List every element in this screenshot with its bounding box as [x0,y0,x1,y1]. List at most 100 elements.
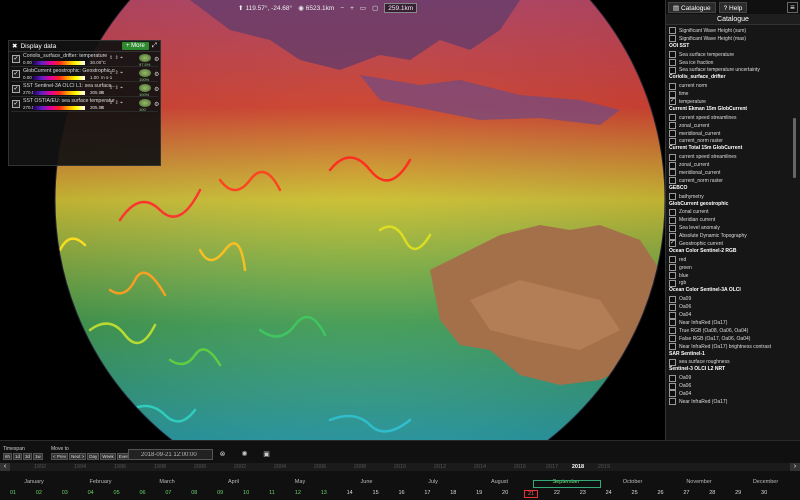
catalogue-checkbox[interactable] [669,327,676,335]
day-label[interactable]: 06 [139,490,145,496]
tab-catalogue[interactable]: ▤ Catalogue [668,1,716,13]
layer-row[interactable]: ✓ Coriolis_surface_drifter: temperature 0.… [11,53,159,67]
gear-icon[interactable]: ⚙ [154,71,159,78]
month-label[interactable]: June [361,479,373,485]
catalogue-item[interactable]: blue [666,272,794,280]
catalogue-checkbox[interactable] [669,208,676,216]
layer-controls[interactable]: ⇕ ⇕ ⌖ [109,55,123,61]
day-label[interactable]: 23 [580,490,586,496]
catalogue-item[interactable]: time [666,90,794,98]
year-strip[interactable]: ‹ 1992 1994 1996 1998 2000 2002 2004 2006 2008 20… [0,463,800,471]
layer-controls[interactable]: ⇕ ⇕ ⌖ [109,85,123,91]
catalogue-checkbox[interactable] [669,335,676,343]
catalogue-checkbox[interactable] [669,35,676,43]
day-label[interactable]: 21 [523,490,539,498]
catalogue-item[interactable]: meridional_current [666,169,794,177]
day-label[interactable]: 16 [398,490,404,496]
layer-checkbox[interactable]: ✓ [12,100,20,108]
clock-icon[interactable]: ⊗ [218,450,227,459]
catalogue-item[interactable]: zonal_current [666,122,794,130]
catalogue-item[interactable]: red [666,256,794,264]
month-label[interactable]: April [228,479,239,485]
catalogue-checkbox[interactable] [669,311,676,319]
catalogue-item[interactable]: Sea surface temperature uncertainty [666,66,794,74]
layer-controls[interactable]: ⇕ ⇕ ⌖ [109,100,123,106]
day-label[interactable]: 27 [683,490,689,496]
catalogue-checkbox[interactable] [669,59,676,66]
month-label[interactable]: October [623,479,643,485]
month-label[interactable]: March [159,479,174,485]
more-button[interactable]: + More [121,42,149,50]
sun-icon[interactable]: ✺ [240,450,249,459]
gear-icon[interactable]: ⚙ [154,56,159,63]
day-label[interactable]: 30 [761,490,767,496]
year-label[interactable]: 1994 [74,464,86,470]
year-label[interactable]: 1998 [154,464,166,470]
gear-icon[interactable]: ⚙ [154,101,159,108]
next-year-icon[interactable]: › [790,463,800,471]
year-label[interactable]: 2000 [194,464,206,470]
catalogue-checkbox[interactable] [669,374,676,382]
catalogue-item[interactable]: Oa04 [666,311,794,319]
year-label[interactable]: 2010 [394,464,406,470]
catalogue-item[interactable]: Oa06 [666,382,794,390]
day-label[interactable]: 22 [554,490,560,496]
catalogue-item[interactable]: current speed streamlines [666,114,794,122]
datetime-field[interactable] [128,449,213,460]
catalogue-item[interactable]: current_norm raster [666,177,794,185]
day-label[interactable]: 07 [165,490,171,496]
catalogue-checkbox[interactable] [669,272,676,280]
catalogue-item[interactable]: True RGB (Oa08, Oa06, Oa04) [666,327,794,335]
catalogue-item[interactable]: Near InfraRed (Oa17) [666,398,794,406]
month-label[interactable]: November [686,479,711,485]
catalogue-checkbox[interactable] [669,66,676,74]
year-label[interactable]: 2012 [434,464,446,470]
catalogue-checkbox[interactable] [669,224,676,232]
catalogue-item[interactable]: current norm [666,82,794,90]
day-label[interactable]: 26 [657,490,663,496]
catalogue-checkbox[interactable] [669,122,676,130]
moveto-button[interactable]: Next > [69,453,87,460]
timespan-button[interactable]: 3d [23,453,33,460]
year-label[interactable]: 2006 [314,464,326,470]
catalogue-checkbox[interactable]: ✓ [669,240,676,248]
catalogue-item[interactable]: ✓ Geostrophic current [666,240,794,248]
day-label[interactable]: 11 [269,490,275,496]
catalogue-checkbox[interactable] [669,177,676,185]
catalogue-item[interactable]: Sea ice fraction [666,59,794,67]
catalogue-checkbox[interactable] [669,169,676,177]
month-label[interactable]: January [24,479,44,485]
day-label[interactable]: 01 [10,490,16,496]
catalogue-checkbox[interactable] [669,279,676,287]
timespan-button[interactable]: 1w [33,453,43,460]
month-label[interactable]: December [753,479,778,485]
year-label[interactable]: 2004 [274,464,286,470]
catalogue-item[interactable]: sea surface roughness [666,358,794,366]
catalogue-checkbox[interactable] [669,51,676,59]
catalogue-item[interactable]: Zonal current [666,208,794,216]
catalogue-checkbox[interactable] [669,216,676,224]
moveto-button[interactable]: < Prev [51,453,69,460]
catalogue-checkbox[interactable] [669,382,676,390]
day-label[interactable]: 10 [243,490,249,496]
month-label[interactable]: August [491,479,508,485]
catalogue-checkbox[interactable] [669,90,676,98]
catalogue-item[interactable]: Oa06 [666,303,794,311]
day-label[interactable]: 28 [709,490,715,496]
layer-row[interactable]: ✓ SST Sentinel-3A OLCI L1: sea surface...… [11,83,159,97]
catalogue-checkbox[interactable] [669,398,676,406]
year-label[interactable]: 2016 [514,464,526,470]
catalogue-item[interactable]: ✓ temperature [666,98,794,106]
layer-controls[interactable]: ⇕ ⇕ ⌖ [109,70,123,76]
day-label[interactable]: 12 [295,490,301,496]
catalogue-scrollbar[interactable] [793,118,796,178]
catalogue-checkbox[interactable] [669,390,676,398]
catalogue-checkbox[interactable] [669,137,676,145]
catalogue-item[interactable]: Significant Wave Height (max) [666,35,794,43]
day-label[interactable]: 09 [217,490,223,496]
layer-row[interactable]: ✓ SST OSTIA/EU: sea surface temperature 27… [11,98,159,112]
catalogue-item[interactable]: Absolute Dynamic Topography [666,232,794,240]
catalogue-item[interactable]: zonal_current [666,161,794,169]
year-label[interactable]: 2002 [234,464,246,470]
catalogue-item[interactable]: Sea level anomaly [666,224,794,232]
